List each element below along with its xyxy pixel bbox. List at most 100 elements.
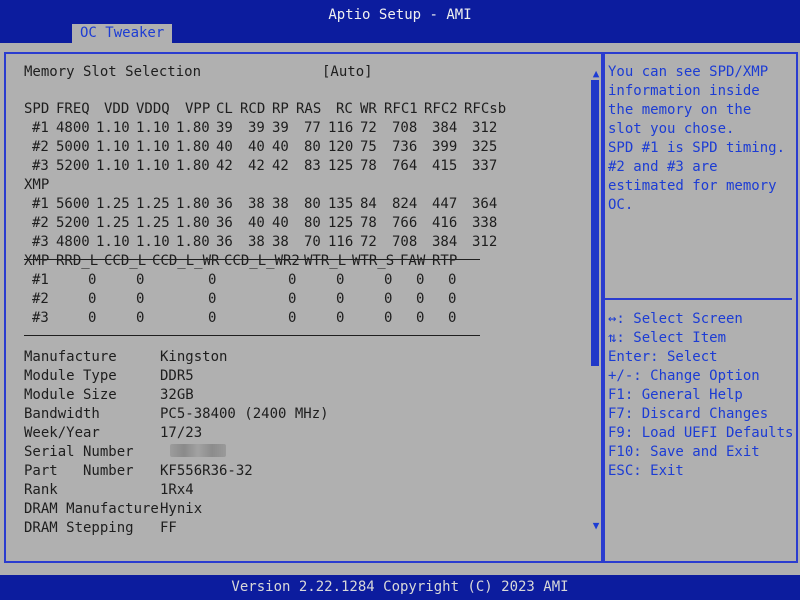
spd-header-vpp: VPP	[185, 101, 211, 117]
dram-stepping-value: FF	[160, 520, 177, 536]
xmp2-header-rtp: RTP	[432, 253, 458, 269]
xmp2-row-2-ccd-l-wr: 0	[208, 291, 217, 307]
spd-row-1-rcd: 39	[248, 120, 265, 136]
spd-row-1-freq: 4800	[56, 120, 90, 136]
xmp2-row-2-ccd-l: 0	[136, 291, 145, 307]
xmp2-row-2-wtr-l: 0	[336, 291, 345, 307]
rank-value: 1Rx4	[160, 482, 194, 498]
xmp-row-3-vddq: 1.10	[136, 234, 170, 250]
xmp2-row-1-slot: #1	[32, 272, 49, 288]
xmp-row-3-freq: 4800	[56, 234, 90, 250]
xmp2-row-2-ccd-l-wr2: 0	[288, 291, 297, 307]
xmp-row-3-rfcsb: 312	[472, 234, 498, 250]
scroll-down-icon[interactable]: ▼	[590, 520, 602, 532]
key-enter-select: Enter: Select	[608, 349, 718, 365]
tab-oc-tweaker[interactable]: OC Tweaker	[72, 24, 173, 43]
spd-row-2-freq: 5000	[56, 139, 90, 155]
xmp-row-3-rfc2: 384	[432, 234, 458, 250]
spd-row-3-rcd: 42	[248, 158, 265, 174]
spd-row-3-vpp: 1.80	[176, 158, 210, 174]
xmp-row-1-freq: 5600	[56, 196, 90, 212]
xmp-row-2-rfcsb: 338	[472, 215, 498, 231]
scrollbar-thumb[interactable]	[591, 80, 599, 366]
xmp2-row-3-ccd-l-wr: 0	[208, 310, 217, 326]
xmp-row-3-rp: 38	[272, 234, 289, 250]
xmp-row-1-vpp: 1.80	[176, 196, 210, 212]
xmp-row-1-wr: 84	[360, 196, 377, 212]
spd-row-1-vdd: 1.10	[96, 120, 130, 136]
spd-row-2-rc: 120	[328, 139, 354, 155]
key-select-item: ⇅: Select Item	[608, 330, 727, 346]
spd-row-3-rfc1: 764	[392, 158, 418, 174]
manufacture-value: Kingston	[160, 349, 228, 365]
key-save-exit: F10: Save and Exit	[608, 444, 760, 460]
xmp-row-3-cl: 36	[216, 234, 233, 250]
xmp2-row-3-rrd-l: 0	[88, 310, 97, 326]
part-number-value: KF556R36-32	[160, 463, 253, 479]
module-size-value: 32GB	[160, 387, 194, 403]
memory-slot-selection-value[interactable]: [Auto]	[322, 63, 373, 82]
spd-row-1-rfc1: 708	[392, 120, 418, 136]
xmp-row-1-vdd: 1.25	[96, 196, 130, 212]
spd-row-2-ras: 80	[304, 139, 321, 155]
help-line: the memory on the	[608, 102, 752, 118]
xmp2-row-3-slot: #3	[32, 310, 49, 326]
spd-header-rp: RP	[272, 101, 289, 117]
xmp-row-1-slot: #1	[32, 196, 49, 212]
xmp2-row-2-wtr-s: 0	[384, 291, 393, 307]
spd-row-2-rfc1: 736	[392, 139, 418, 155]
xmp2-row-2-rrd-l: 0	[88, 291, 97, 307]
spd-row-2-slot: #2	[32, 139, 49, 155]
xmp-row-2-vddq: 1.25	[136, 215, 170, 231]
xmp-row-1-rfcsb: 364	[472, 196, 498, 212]
serial-number-redacted	[170, 444, 226, 457]
help-line: slot you chose.	[608, 121, 735, 137]
spd-header-rfcsb: RFCsb	[464, 101, 507, 117]
xmp2-row-1-wtr-s: 0	[384, 272, 393, 288]
spd-row-1-ras: 77	[304, 120, 321, 136]
xmp-row-3-vpp: 1.80	[176, 234, 210, 250]
scroll-up-icon[interactable]: ▲	[590, 68, 602, 80]
xmp-label: XMP	[24, 177, 50, 193]
xmp2-header-xmp: XMP	[24, 253, 50, 269]
xmp-row-3-vdd: 1.10	[96, 234, 130, 250]
memory-slot-selection-label[interactable]: Memory Slot Selection	[24, 63, 201, 82]
xmp-row-3-wr: 72	[360, 234, 377, 250]
spd-row-2-wr: 75	[360, 139, 377, 155]
rank-label: Rank	[24, 482, 58, 498]
xmp-row-2-rp: 40	[272, 215, 289, 231]
spd-row-1-rfcsb: 312	[472, 120, 498, 136]
xmp2-row-1-faw: 0	[416, 272, 425, 288]
help-line: information inside	[608, 83, 760, 99]
spd-row-2-rfc2: 399	[432, 139, 458, 155]
module-size-label: Module Size	[24, 387, 117, 403]
dram-stepping-label: DRAM Stepping	[24, 520, 134, 536]
spd-header-rcd: RCD	[240, 101, 266, 117]
spd-row-2-cl: 40	[216, 139, 233, 155]
spd-header-freq: FREQ	[56, 101, 90, 117]
xmp-row-2-wr: 78	[360, 215, 377, 231]
section-separator	[24, 335, 480, 336]
xmp-row-1-vddq: 1.25	[136, 196, 170, 212]
xmp2-row-1-rrd-l: 0	[88, 272, 97, 288]
help-divider	[605, 298, 792, 300]
xmp-row-1-cl: 36	[216, 196, 233, 212]
xmp2-row-1-ccd-l-wr: 0	[208, 272, 217, 288]
serial-number-label: Serial Number	[24, 444, 134, 460]
xmp-row-3-slot: #3	[32, 234, 49, 250]
xmp2-row-1-ccd-l-wr2: 0	[288, 272, 297, 288]
xmp-row-1-rp: 38	[272, 196, 289, 212]
spd-header-wr: WR	[360, 101, 377, 117]
xmp-row-2-vpp: 1.80	[176, 215, 210, 231]
spd-row-1-rp: 39	[272, 120, 289, 136]
xmp-row-1-rcd: 38	[248, 196, 265, 212]
week-year-value: 17/23	[160, 425, 203, 441]
xmp2-row-2-rtp: 0	[448, 291, 457, 307]
key-change-option: +/-: Change Option	[608, 368, 760, 384]
module-type-label: Module Type	[24, 368, 117, 384]
spd-row-3-rp: 42	[272, 158, 289, 174]
xmp-row-2-freq: 5200	[56, 215, 90, 231]
xmp2-header-faw: FAW	[400, 253, 426, 269]
xmp2-row-3-rtp: 0	[448, 310, 457, 326]
spd-header-rfc2: RFC2	[424, 101, 458, 117]
